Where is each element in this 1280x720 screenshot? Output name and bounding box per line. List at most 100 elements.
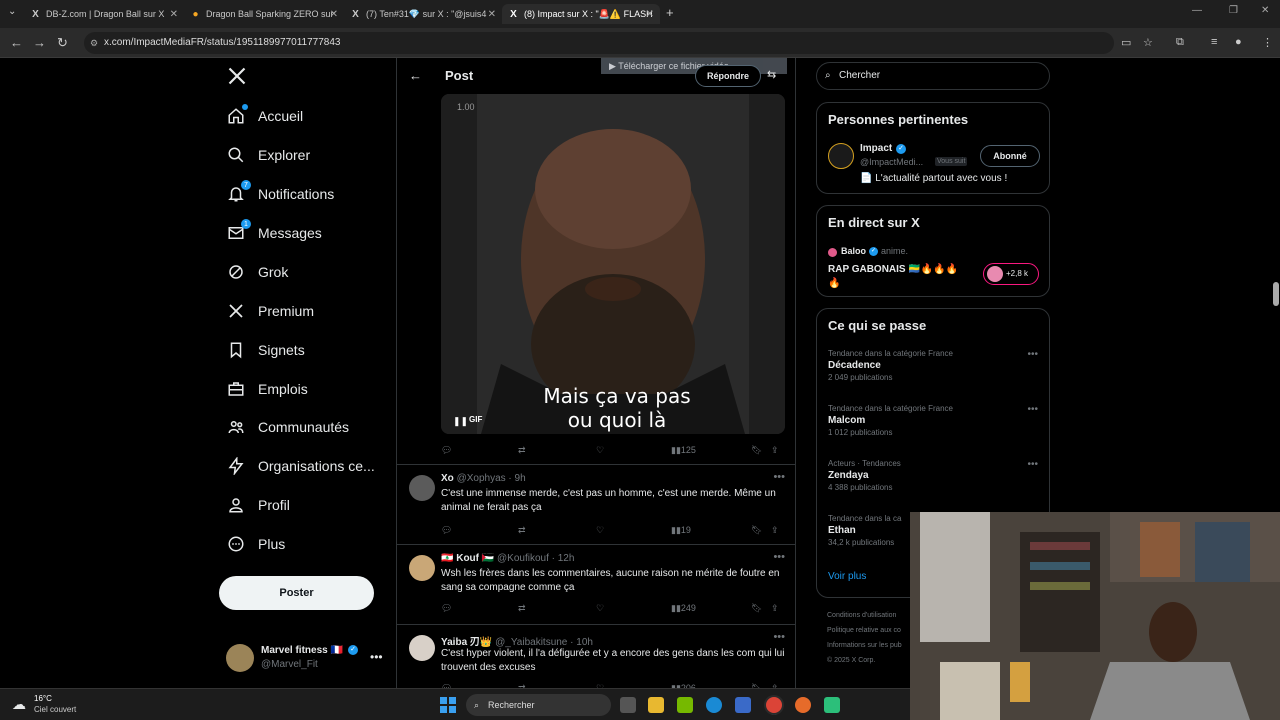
chrome-icon[interactable] [766, 697, 782, 713]
app-icon[interactable] [824, 697, 840, 713]
settings-sliders-icon[interactable]: ⇆ [767, 68, 776, 81]
account-switcher[interactable]: Marvel fitness 🇫🇷 ✓ @Marvel_Fit ••• [226, 642, 391, 676]
reply-item[interactable]: 🇱🇧 Kouf 🇵🇸 @Koufikouf · 12h ••• Wsh les … [397, 544, 795, 624]
more-horizontal-icon[interactable]: ••• [370, 650, 383, 664]
firefox-icon[interactable] [795, 697, 811, 713]
search-input[interactable]: ⌕ Chercher [816, 62, 1050, 90]
follows-you-badge: Vous suit [935, 157, 968, 166]
repost-icon[interactable]: ⇄ [518, 525, 526, 536]
live-title[interactable]: RAP GABONAIS 🇬🇦🔥🔥🔥🔥 [828, 263, 968, 291]
search-icon: ⌕ [474, 700, 480, 710]
page-scrollbar[interactable] [1272, 58, 1280, 512]
reply-icon[interactable]: 💬︎ [441, 445, 452, 456]
start-button[interactable] [440, 697, 456, 713]
trend-item[interactable]: Tendance dans la catégorie France Malcom… [828, 404, 1038, 437]
forward-arrow-icon[interactable]: → [33, 35, 46, 50]
browser-tab-active[interactable]: X (8) Impact sur X : "🚨⚠️ FLASH ✕ [502, 4, 660, 24]
bookmark-icon[interactable]: 🔖︎ [751, 603, 762, 614]
more-horizontal-icon[interactable]: ••• [773, 631, 785, 643]
nav-item-signets[interactable]: Signets [226, 332, 305, 368]
nav-item-explorer[interactable]: Explorer [226, 137, 310, 173]
reload-icon[interactable]: ↻ [57, 35, 68, 51]
task-view-icon[interactable] [620, 697, 636, 713]
show-more-link[interactable]: Voir plus [828, 571, 866, 582]
x-logo-icon[interactable] [227, 66, 247, 86]
maximize-icon[interactable]: ❐ [1229, 5, 1238, 16]
share-icon[interactable]: ⇪ [771, 445, 779, 456]
more-horizontal-icon[interactable]: ••• [773, 551, 785, 563]
new-tab-icon[interactable]: + [666, 5, 674, 20]
close-icon[interactable]: ✕ [646, 9, 654, 20]
reply-item[interactable]: Xo @Xophyas · 9h ••• C'est une immense m… [397, 464, 795, 544]
back-arrow-icon[interactable]: ← [409, 68, 422, 83]
taskbar-search[interactable]: ⌕ Rechercher [466, 694, 611, 716]
share-icon[interactable]: ⇪ [771, 603, 779, 614]
bookmark-icon[interactable]: 🔖︎ [751, 525, 762, 536]
repost-icon[interactable]: ⇄ [518, 603, 526, 614]
live-listeners-pill[interactable]: +2,8 k [983, 263, 1039, 285]
more-horizontal-icon[interactable]: ••• [773, 471, 785, 483]
nav-item-premium[interactable]: Premium [226, 293, 314, 329]
nav-item-accueil[interactable]: Accueil [226, 98, 303, 134]
tab-list-chevron-icon[interactable]: ⌄ [8, 6, 16, 17]
nav-item-organisations[interactable]: Organisations ce... [226, 448, 375, 484]
nav-item-communautes[interactable]: Communautés [226, 409, 349, 445]
footer-link[interactable]: Conditions d'utilisation [827, 608, 917, 623]
extensions-icon[interactable]: ⧉ [1176, 36, 1184, 49]
reply-icon[interactable]: 💬︎ [441, 603, 452, 614]
views-icon[interactable]: ▮▮ 19 [671, 525, 691, 536]
cast-icon[interactable]: ▭ [1121, 36, 1131, 49]
store-icon[interactable] [735, 697, 751, 713]
nav-item-plus[interactable]: Plus [226, 526, 285, 562]
trend-item[interactable]: Tendance dans la catégorie France Décade… [828, 349, 1038, 382]
trend-item[interactable]: Acteurs · Tendances Zendaya 4 388 public… [828, 459, 1038, 492]
browser-tab[interactable]: ● Dragon Ball Sparking ZERO sur ✕ [184, 4, 344, 24]
views-icon[interactable]: ▮▮ 125 [671, 445, 696, 456]
avatar[interactable] [828, 143, 854, 169]
profile-icon[interactable]: ● [1235, 36, 1242, 48]
nav-item-notifications[interactable]: 7 Notifications [226, 176, 334, 212]
like-icon[interactable]: ♡ [596, 445, 604, 456]
post-video[interactable]: 1.00 Mais ça va pas ou quoi là ❚❚ GIF [441, 94, 785, 434]
bookmark-star-icon[interactable]: ☆ [1143, 36, 1153, 49]
more-horizontal-icon[interactable]: ••• [1027, 404, 1038, 415]
reply-button[interactable]: Répondre [695, 65, 761, 87]
file-explorer-icon[interactable] [648, 697, 664, 713]
nav-item-grok[interactable]: Grok [226, 254, 288, 290]
share-icon[interactable]: ⇪ [771, 525, 779, 536]
reading-list-icon[interactable]: ≡ [1211, 36, 1217, 48]
footer-link[interactable]: Informations sur les pub [827, 638, 917, 653]
browser-tab[interactable]: X DB-Z.com | Dragon Ball sur X ✕ [24, 4, 184, 24]
like-icon[interactable]: ♡ [596, 603, 604, 614]
back-arrow-icon[interactable]: ← [10, 35, 23, 50]
minimize-icon[interactable]: — [1192, 5, 1202, 16]
close-icon[interactable]: ✕ [488, 9, 496, 20]
reply-item[interactable]: Yaiba 刃👑 @_Yaibakitsune · 10h ••• C'est … [397, 624, 795, 698]
nav-item-messages[interactable]: 1 Messages [226, 215, 322, 251]
pause-icon[interactable]: ❚❚ [453, 416, 468, 427]
footer-link[interactable]: Politique relative aux co [827, 623, 917, 638]
repost-icon[interactable]: ⇄ [518, 445, 526, 456]
close-icon[interactable]: ✕ [330, 9, 338, 20]
more-horizontal-icon[interactable]: ••• [1027, 349, 1038, 360]
close-window-icon[interactable]: ✕ [1261, 5, 1269, 16]
views-icon[interactable]: ▮▮ 249 [671, 603, 696, 614]
scrollbar-thumb[interactable] [1273, 282, 1279, 306]
browser-menu-icon[interactable]: ⋮ [1262, 36, 1273, 49]
impact-name[interactable]: Impact [860, 143, 892, 154]
follow-button[interactable]: Abonné [980, 145, 1040, 167]
post-button[interactable]: Poster [219, 576, 374, 610]
url-field[interactable]: ⚙ x.com/ImpactMediaFR/status/19511899770… [84, 32, 1114, 54]
more-horizontal-icon[interactable]: ••• [1027, 459, 1038, 470]
live-host[interactable]: Baloo [841, 246, 866, 256]
edge-icon[interactable] [706, 697, 722, 713]
close-icon[interactable]: ✕ [170, 9, 178, 20]
bookmark-icon[interactable]: 🔖︎ [751, 445, 762, 456]
site-info-icon[interactable]: ⚙ [90, 32, 98, 54]
like-icon[interactable]: ♡ [596, 525, 604, 536]
nav-item-profil[interactable]: Profil [226, 487, 290, 523]
browser-tab[interactable]: X (7) Ten#31💎 sur X : "@jsuis4 ✕ [344, 4, 502, 24]
nvidia-icon[interactable] [677, 697, 693, 713]
reply-icon[interactable]: 💬︎ [441, 525, 452, 536]
nav-item-emplois[interactable]: Emplois [226, 371, 308, 407]
